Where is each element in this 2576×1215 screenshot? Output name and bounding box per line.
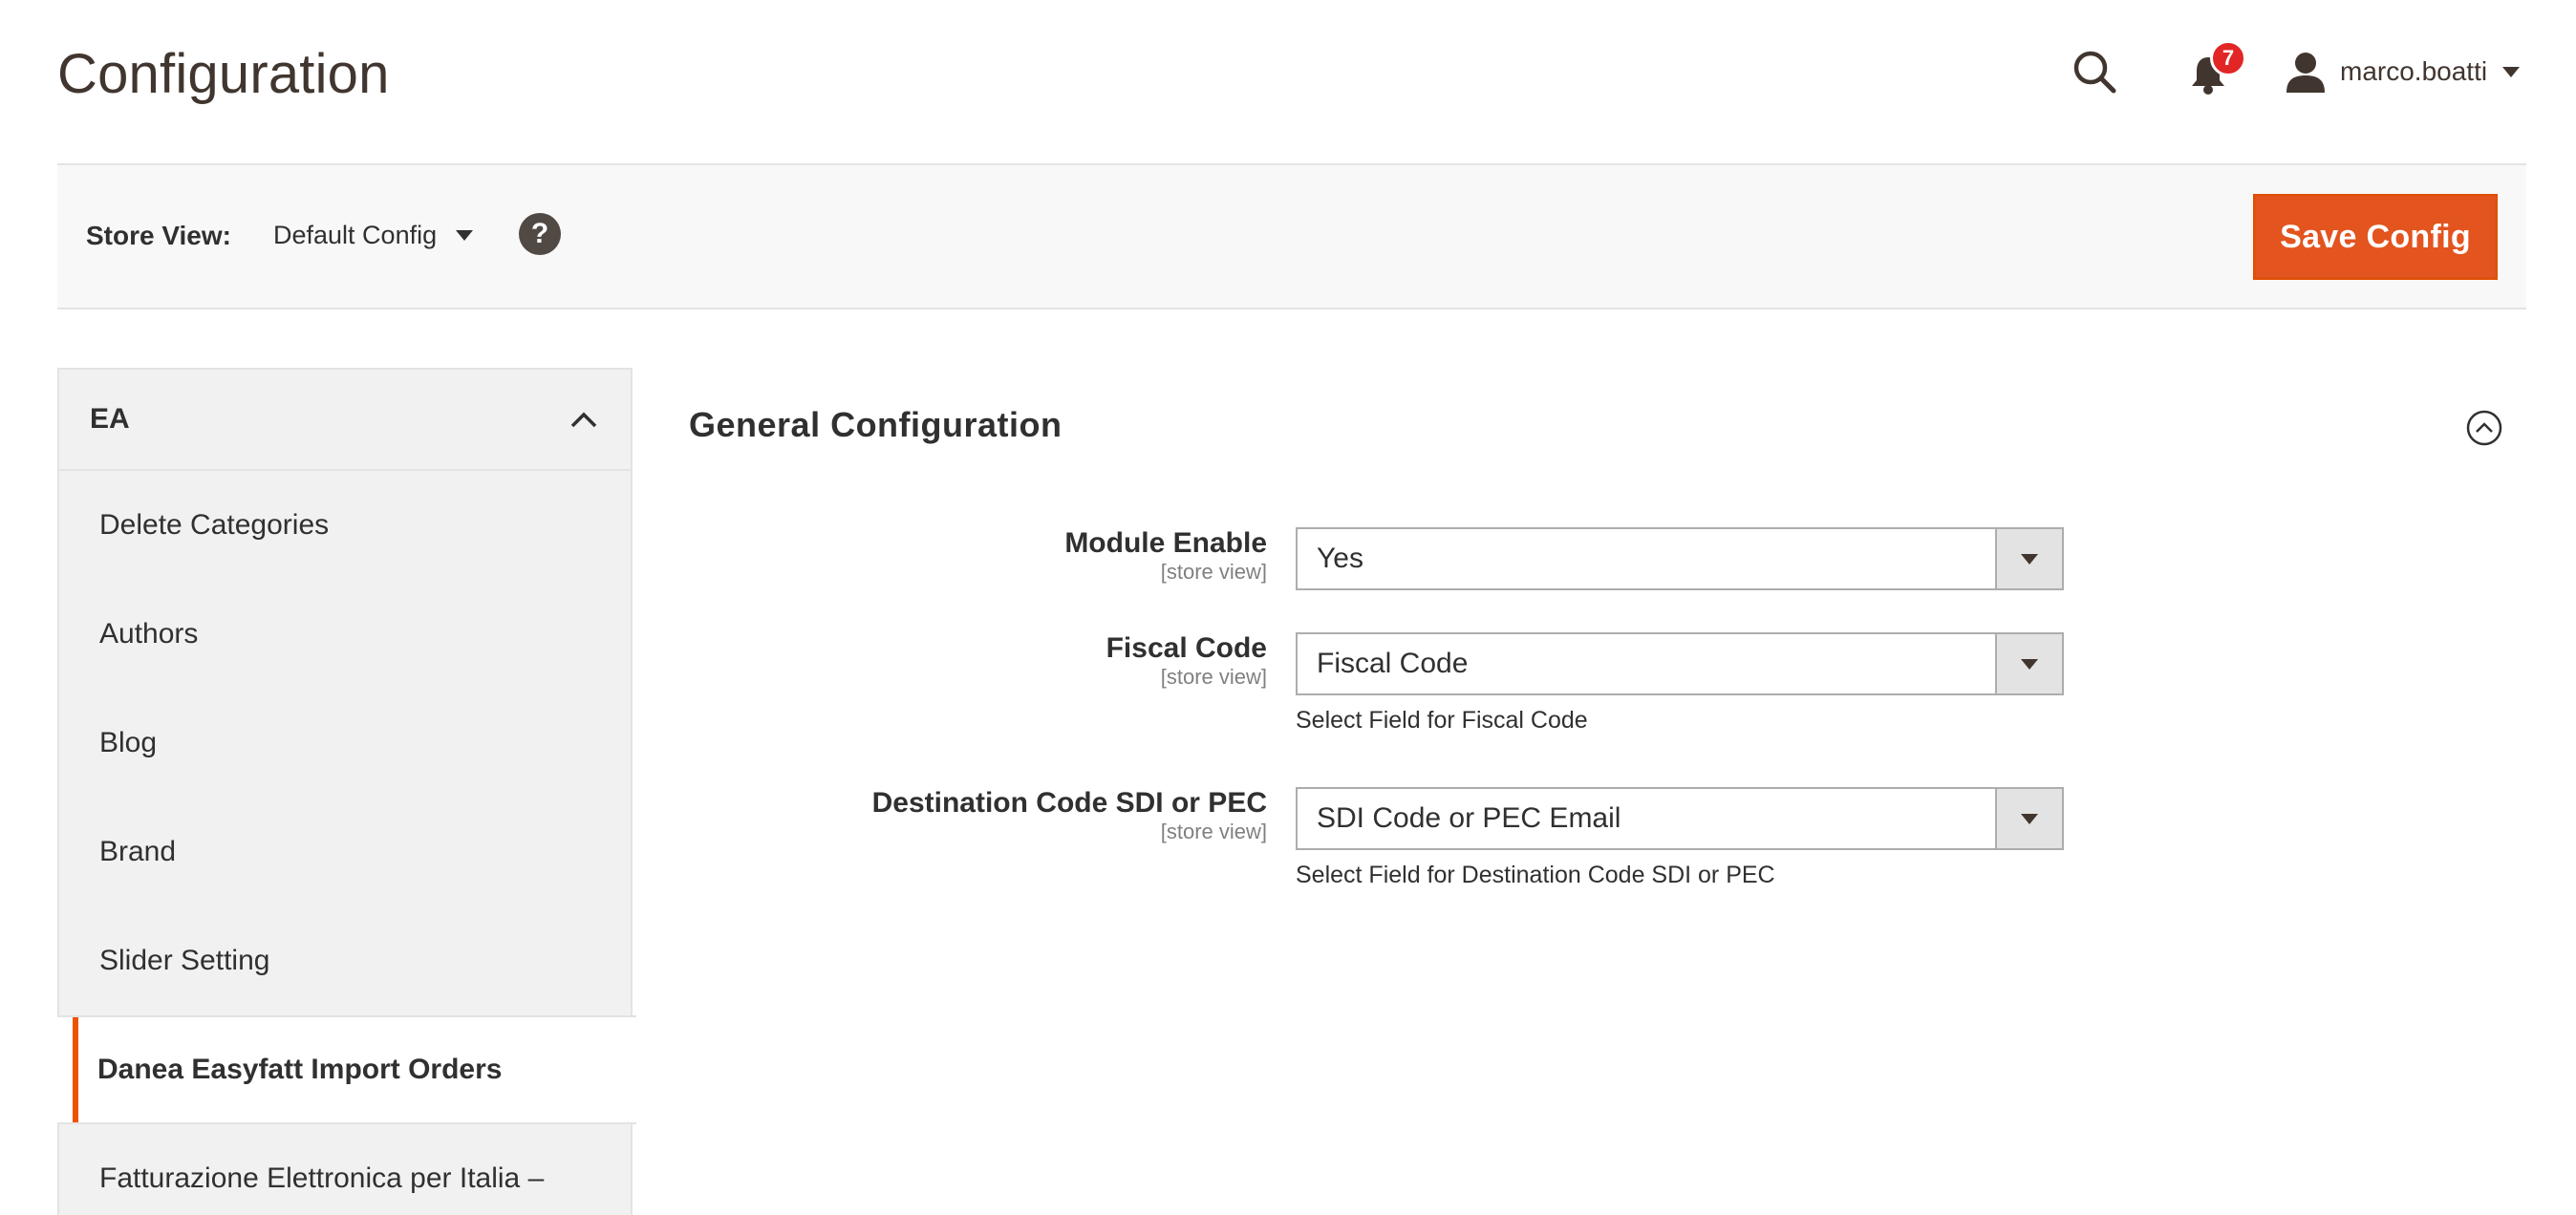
notifications-count-badge: 7: [2210, 40, 2246, 76]
user-account-menu[interactable]: marco.boatti: [2285, 48, 2521, 96]
collapse-circle-icon[interactable]: [2465, 409, 2503, 447]
field-scope: [store view]: [1160, 665, 1267, 689]
sidebar-item-label: Brand: [99, 836, 177, 867]
user-name: marco.boatti: [2340, 56, 2488, 86]
field-label: Destination Code SDI or PEC [store view]: [872, 787, 1267, 844]
save-config-button[interactable]: Save Config: [2253, 194, 2498, 280]
sidebar-item-slider-setting[interactable]: Slider Setting: [59, 906, 631, 1015]
select-arrow: [1995, 529, 2062, 588]
page: Configuration 7 marco.boatti Store View:…: [0, 0, 2576, 1215]
sidebar-section-ea[interactable]: EA: [57, 368, 633, 471]
chevron-up-icon: [570, 412, 597, 428]
select-value: SDI Code or PEC Email: [1317, 802, 1621, 834]
sidebar-item-label: Authors: [99, 618, 199, 650]
page-title: Configuration: [57, 43, 390, 105]
sidebar-list: Delete Categories Authors Blog Brand Sli…: [57, 471, 636, 1215]
chevron-down-icon: [2021, 813, 2038, 824]
module-enable-select[interactable]: Yes: [1296, 527, 2064, 590]
fiscal-code-select[interactable]: Fiscal Code: [1296, 632, 2064, 695]
notifications-button[interactable]: 7: [2189, 40, 2246, 96]
sidebar-item-label: Blog: [99, 727, 158, 758]
store-view-label: Store View:: [86, 221, 231, 250]
store-view-switcher[interactable]: Default Config: [273, 221, 474, 250]
field-label-text: Module Enable: [1064, 527, 1267, 559]
chevron-down-icon: [2502, 66, 2521, 77]
field-label-text: Fiscal Code: [1106, 632, 1267, 664]
field-label: Fiscal Code [store view]: [1106, 632, 1267, 690]
chevron-down-icon: [2021, 553, 2038, 565]
field-label: Module Enable [store view]: [1064, 527, 1267, 585]
sidebar-section-title: EA: [90, 403, 130, 435]
sidebar-item-danea-easyfatt[interactable]: Danea Easyfatt Import Orders: [57, 1015, 636, 1124]
store-view-value: Default Config: [273, 221, 438, 249]
sidebar-item-label: Slider Setting: [99, 945, 270, 976]
field-note: Select Field for Destination Code SDI or…: [1296, 862, 1775, 888]
sidebar-item-label: Danea Easyfatt Import Orders: [97, 1054, 503, 1085]
search-icon: [2073, 51, 2116, 94]
sidebar-item-fatturazione-elettronica[interactable]: Fatturazione Elettronica per Italia –: [59, 1124, 631, 1215]
search-button[interactable]: [2070, 47, 2119, 96]
sidebar-item-label: Delete Categories: [99, 509, 330, 541]
config-sidebar: EA Delete Categories Authors Blog Brand …: [57, 368, 636, 1215]
chevron-down-icon: [456, 230, 474, 241]
sidebar-item-delete-categories[interactable]: Delete Categories: [59, 471, 631, 580]
user-icon: [2286, 53, 2325, 93]
help-icon[interactable]: ?: [519, 213, 561, 255]
select-value: Fiscal Code: [1317, 648, 1469, 679]
sidebar-item-blog[interactable]: Blog: [59, 689, 631, 798]
select-value: Yes: [1317, 543, 1363, 574]
field-note: Select Field for Fiscal Code: [1296, 707, 1588, 734]
field-scope: [store view]: [1160, 820, 1267, 843]
field-scope: [store view]: [1160, 560, 1267, 584]
sidebar-item-authors[interactable]: Authors: [59, 580, 631, 689]
select-arrow: [1995, 789, 2062, 848]
section-heading: General Configuration: [689, 405, 1063, 444]
field-label-text: Destination Code SDI or PEC: [871, 787, 1267, 819]
select-arrow: [1995, 634, 2062, 693]
store-view-bar: Store View: Default Config ? Save Config: [57, 163, 2526, 309]
sidebar-item-label: Fatturazione Elettronica per Italia –: [99, 1162, 545, 1194]
sidebar-item-brand[interactable]: Brand: [59, 798, 631, 906]
destination-code-select[interactable]: SDI Code or PEC Email: [1296, 787, 2064, 850]
chevron-down-icon: [2021, 658, 2038, 670]
